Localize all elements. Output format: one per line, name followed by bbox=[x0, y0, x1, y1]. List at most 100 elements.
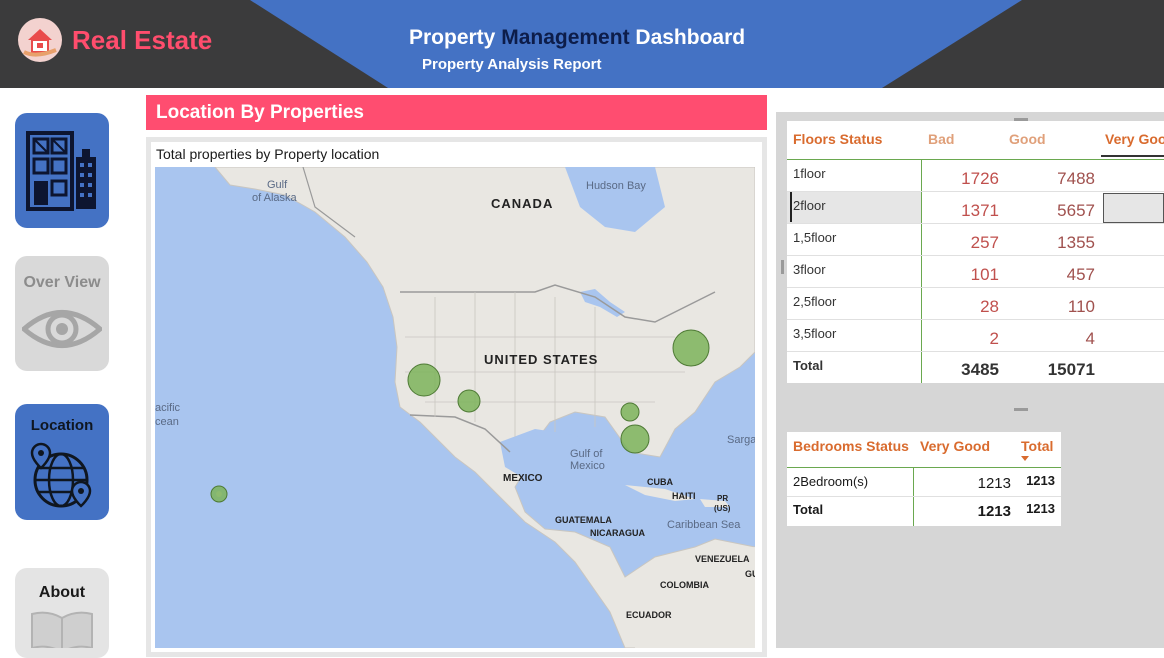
selected-cell[interactable] bbox=[1103, 193, 1164, 223]
cell-very-good: 1213 bbox=[977, 475, 1011, 492]
cell-good: 1355 bbox=[1057, 233, 1095, 252]
row-label[interactable]: 1,5floor bbox=[793, 230, 836, 245]
col-very-good[interactable]: Very Good bbox=[920, 438, 990, 454]
properties-map[interactable]: Gulf of Alaska Hudson Bay acific cean Gu… bbox=[155, 167, 755, 648]
map-label-venezuela: VENEZUELA bbox=[695, 554, 750, 564]
globe-location-icon bbox=[30, 442, 92, 508]
map-label-guatemala: GUATEMALA bbox=[555, 515, 612, 525]
eye-icon bbox=[22, 310, 102, 348]
location-section-title: Location By Properties bbox=[146, 95, 767, 130]
book-icon bbox=[31, 611, 93, 648]
map-label-caribbean: Caribbean Sea bbox=[667, 519, 741, 531]
cell-bad: 257 bbox=[970, 233, 999, 252]
map-label-united-states: UNITED STATES bbox=[484, 352, 598, 367]
col-very-good[interactable]: Very Goo bbox=[1105, 131, 1164, 147]
total-total: 1213 bbox=[1026, 501, 1055, 516]
map-caption: Total properties by Property location bbox=[156, 146, 380, 162]
total-label: Total bbox=[793, 502, 824, 517]
row-label[interactable]: 2,5floor bbox=[793, 294, 836, 309]
map-label-gulf-alaska-1: Gulf bbox=[267, 179, 288, 191]
map-bubble[interactable] bbox=[407, 363, 441, 397]
nav-home-button[interactable] bbox=[15, 113, 109, 228]
map-label-colombia: COLOMBIA bbox=[660, 580, 709, 590]
header-divider bbox=[787, 159, 1164, 160]
page-subtitle: Property Analysis Report bbox=[422, 56, 602, 73]
row-label[interactable]: 3,5floor bbox=[793, 326, 836, 341]
map-label-gulf-alaska-2: of Alaska bbox=[252, 192, 298, 204]
row-divider bbox=[787, 191, 1164, 192]
brand-name: Real Estate bbox=[72, 24, 213, 55]
house-logo-icon bbox=[18, 18, 62, 62]
floors-status-table: Floors Status Bad Good Very Goo 1floor 1… bbox=[787, 121, 1164, 383]
cell-good: 457 bbox=[1066, 265, 1095, 284]
floors-resize-handle-left[interactable] bbox=[781, 260, 784, 274]
sort-indicator bbox=[1101, 155, 1164, 157]
nav-location-label: Location bbox=[30, 417, 94, 434]
cell-good: 5657 bbox=[1057, 201, 1095, 220]
map-label-pr-2: (US) bbox=[714, 504, 731, 513]
cell-bad: 1371 bbox=[961, 201, 999, 220]
row-divider bbox=[787, 496, 1061, 497]
floors-header: Floors Status bbox=[793, 131, 883, 147]
map-label-haiti: HAITI bbox=[672, 491, 696, 501]
map-label-pr-1: PR bbox=[717, 494, 728, 503]
map-label-nicaragua: NICARAGUA bbox=[590, 528, 645, 538]
nav-overview-label: Over View bbox=[23, 274, 101, 291]
map-bubble[interactable] bbox=[672, 329, 710, 367]
row-divider bbox=[787, 287, 1164, 288]
row-label[interactable]: 2Bedroom(s) bbox=[793, 474, 868, 489]
total-very-good: 1213 bbox=[977, 503, 1011, 520]
map-label-gulf-mexico-2: Mexico bbox=[570, 460, 605, 472]
col-good[interactable]: Good bbox=[1009, 131, 1046, 147]
map-label-gu: GU bbox=[745, 569, 755, 579]
map-label-sargasso: Sarga bbox=[727, 434, 755, 446]
nav-location-button[interactable]: Location bbox=[15, 404, 109, 520]
nav-about-button[interactable]: About bbox=[15, 568, 109, 658]
map-label-gulf-mexico-1: Gulf of bbox=[570, 448, 603, 460]
map-label-pacific-1: acific bbox=[155, 402, 181, 414]
map-bubble[interactable] bbox=[620, 402, 640, 422]
total-good: 15071 bbox=[1047, 360, 1095, 379]
row-divider bbox=[787, 255, 1164, 256]
column-divider bbox=[921, 159, 922, 383]
bedrooms-status-table: Bedrooms Status Very Good Total 2Bedroom… bbox=[787, 432, 1061, 526]
row-selection-marker bbox=[790, 192, 792, 222]
nav-overview-button[interactable]: Over View bbox=[15, 256, 109, 371]
row-label[interactable]: 1floor bbox=[793, 166, 826, 181]
row-label[interactable]: 2floor bbox=[793, 198, 826, 213]
cell-good: 110 bbox=[1067, 297, 1095, 316]
header-bar: Real Estate Property Management Dashboar… bbox=[0, 0, 1164, 88]
cell-total: 1213 bbox=[1026, 473, 1055, 488]
page-title: Property Management Dashboard bbox=[409, 26, 745, 50]
cell-bad: 101 bbox=[970, 265, 999, 284]
title-part-management: Management bbox=[501, 26, 630, 49]
row-label[interactable]: 3floor bbox=[793, 262, 826, 277]
row-divider bbox=[787, 351, 1164, 352]
cell-good: 7488 bbox=[1057, 169, 1095, 188]
total-bad: 3485 bbox=[961, 360, 999, 379]
row-divider bbox=[787, 319, 1164, 320]
map-label-cuba: CUBA bbox=[647, 477, 673, 487]
brand: Real Estate bbox=[18, 18, 212, 62]
bedrooms-header: Bedrooms Status bbox=[793, 438, 909, 454]
map-label-mexico: MEXICO bbox=[503, 473, 543, 484]
map-label-canada: CANADA bbox=[491, 196, 553, 211]
map-label-hudson-bay: Hudson Bay bbox=[586, 180, 646, 192]
map-label-ecuador: ECUADOR bbox=[626, 610, 672, 620]
cell-bad: 28 bbox=[980, 297, 999, 316]
row-divider bbox=[787, 223, 1164, 224]
header-divider bbox=[787, 467, 1061, 468]
cell-bad: 2 bbox=[989, 329, 999, 348]
map-bubble[interactable] bbox=[210, 485, 228, 503]
col-total[interactable]: Total bbox=[1021, 438, 1053, 454]
total-label: Total bbox=[793, 358, 824, 373]
col-bad[interactable]: Bad bbox=[928, 131, 954, 147]
nav-about-label: About bbox=[38, 584, 86, 601]
map-bubble[interactable] bbox=[620, 424, 650, 454]
title-part-property: Property bbox=[409, 26, 496, 49]
map-label-pacific-2: cean bbox=[155, 416, 179, 428]
map-bubble[interactable] bbox=[457, 389, 481, 413]
title-part-dashboard: Dashboard bbox=[635, 26, 746, 49]
floors-resize-handle-bottom[interactable] bbox=[1014, 408, 1028, 411]
cell-bad: 1726 bbox=[961, 169, 999, 188]
